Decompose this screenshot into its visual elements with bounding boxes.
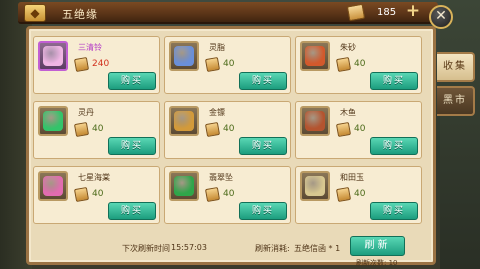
letter-currency-icon bbox=[335, 56, 352, 73]
letter-currency-icon bbox=[346, 3, 366, 22]
tab-collect[interactable]: 收集 bbox=[437, 52, 475, 82]
page-title: 五绝缘 bbox=[62, 8, 98, 21]
refresh-cost-value: 五绝信函 * 1 bbox=[294, 244, 341, 253]
shop-item-card: 木鱼 40 购买 bbox=[295, 101, 422, 159]
item-price: 40 bbox=[223, 59, 235, 69]
letter-currency-icon bbox=[204, 56, 221, 73]
next-refresh-time: 15:57:03 bbox=[171, 243, 207, 252]
item-slot[interactable] bbox=[300, 171, 330, 201]
letter-currency-icon bbox=[335, 121, 352, 138]
item-grid: 三清铃 240 购买 灵脂 40 购买 朱砂 40 购买 灵丹 40 购买 金镖 40 购买 木鱼 40 购买 七星… bbox=[33, 36, 422, 224]
item-name: 三清铃 bbox=[78, 43, 102, 52]
shop-item-card: 翡翠坠 40 购买 bbox=[164, 166, 291, 224]
back-arrow-icon: ◆ bbox=[30, 6, 40, 20]
wooden-fish-icon bbox=[305, 111, 325, 131]
shop-item-card: 灵脂 40 购买 bbox=[164, 36, 291, 94]
shop-item-card: 灵丹 40 购买 bbox=[33, 101, 160, 159]
dart-icon bbox=[174, 111, 194, 131]
shop-item-card: 七星海棠 40 购买 bbox=[33, 166, 160, 224]
add-currency-button[interactable]: + bbox=[405, 1, 421, 21]
item-slot[interactable] bbox=[38, 106, 68, 136]
item-price: 40 bbox=[223, 124, 235, 134]
item-slot[interactable] bbox=[300, 41, 330, 71]
buy-button[interactable]: 购买 bbox=[239, 202, 287, 220]
bell-icon bbox=[43, 46, 63, 66]
cinnabar-icon bbox=[305, 46, 325, 66]
refresh-cost-label: 刷新消耗: bbox=[255, 244, 290, 253]
close-icon: ✕ bbox=[435, 8, 447, 24]
jade-icon bbox=[305, 176, 325, 196]
letter-currency-icon bbox=[204, 121, 221, 138]
item-name: 灵脂 bbox=[209, 43, 225, 52]
jade-pendant-icon bbox=[174, 176, 194, 196]
item-price: 40 bbox=[223, 189, 235, 199]
letter-currency-icon bbox=[73, 56, 90, 73]
letter-currency-icon bbox=[73, 121, 90, 138]
item-slot[interactable] bbox=[300, 106, 330, 136]
item-name: 和田玉 bbox=[340, 173, 364, 182]
item-slot[interactable] bbox=[38, 41, 68, 71]
shop-item-card: 金镖 40 购买 bbox=[164, 101, 291, 159]
tab-black-market[interactable]: 黑市 bbox=[437, 86, 475, 116]
buy-button[interactable]: 购买 bbox=[370, 202, 418, 220]
item-name: 七星海棠 bbox=[78, 173, 110, 182]
item-price: 40 bbox=[92, 124, 104, 134]
back-button[interactable]: ◆ bbox=[24, 4, 46, 22]
item-slot[interactable] bbox=[169, 106, 199, 136]
item-name: 金镖 bbox=[209, 108, 225, 117]
letter-currency-icon bbox=[73, 186, 90, 203]
item-price: 240 bbox=[92, 59, 110, 69]
item-slot[interactable] bbox=[169, 41, 199, 71]
shop-item-card: 三清铃 240 购买 bbox=[33, 36, 160, 94]
refresh-count: 刷新次数: 10 bbox=[356, 259, 398, 267]
talisman-icon bbox=[174, 46, 194, 66]
buy-button[interactable]: 购买 bbox=[370, 72, 418, 90]
buy-button[interactable]: 购买 bbox=[108, 72, 156, 90]
item-slot[interactable] bbox=[169, 171, 199, 201]
buy-button[interactable]: 购买 bbox=[108, 202, 156, 220]
buy-button[interactable]: 购买 bbox=[108, 137, 156, 155]
item-name: 灵丹 bbox=[78, 108, 94, 117]
item-price: 40 bbox=[354, 124, 366, 134]
shop-item-card: 朱砂 40 购买 bbox=[295, 36, 422, 94]
item-name: 朱砂 bbox=[340, 43, 356, 52]
currency-amount: 185 bbox=[377, 7, 397, 18]
shop-item-card: 和田玉 40 购买 bbox=[295, 166, 422, 224]
item-name: 木鱼 bbox=[340, 108, 356, 117]
item-price: 40 bbox=[354, 59, 366, 69]
pill-icon bbox=[43, 111, 63, 131]
refresh-button[interactable]: 刷新 bbox=[350, 236, 405, 256]
buy-button[interactable]: 购买 bbox=[239, 137, 287, 155]
item-price: 40 bbox=[354, 189, 366, 199]
item-name: 翡翠坠 bbox=[209, 173, 233, 182]
background-scenery bbox=[440, 0, 480, 269]
letter-currency-icon bbox=[204, 186, 221, 203]
item-price: 40 bbox=[92, 189, 104, 199]
flower-icon bbox=[43, 176, 63, 196]
item-slot[interactable] bbox=[38, 171, 68, 201]
next-refresh-label: 下次刷新时间 bbox=[122, 244, 170, 253]
letter-currency-icon bbox=[335, 186, 352, 203]
plus-icon: + bbox=[405, 1, 421, 21]
buy-button[interactable]: 购买 bbox=[370, 137, 418, 155]
buy-button[interactable]: 购买 bbox=[239, 72, 287, 90]
